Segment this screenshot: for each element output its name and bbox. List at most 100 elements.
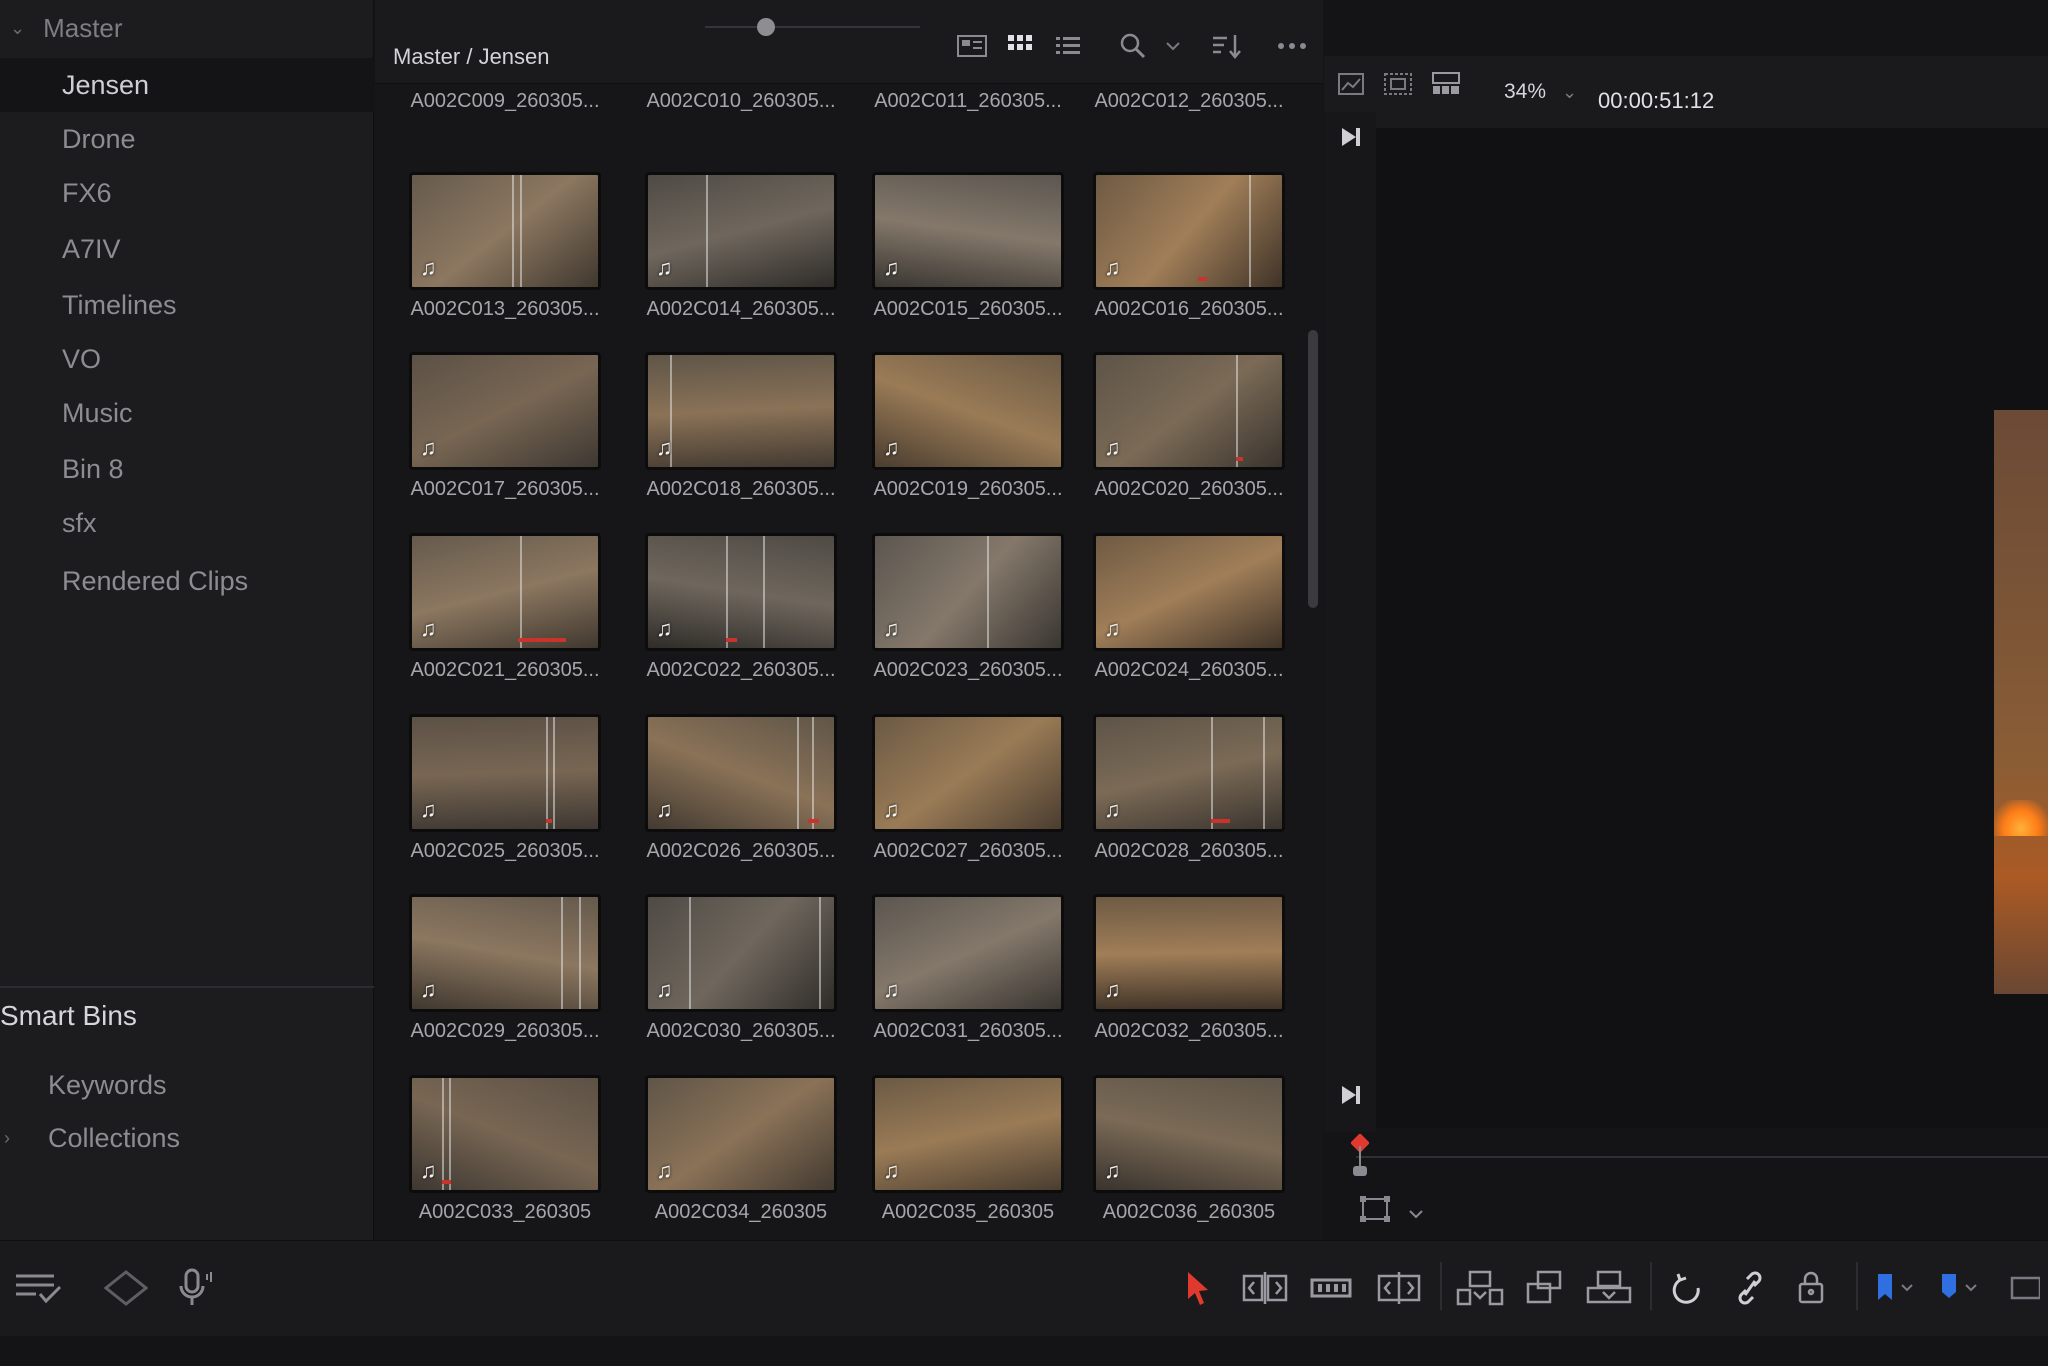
clip-thumbnail[interactable]: ♫: [872, 1075, 1064, 1193]
trim-edit-tool-icon[interactable]: [1240, 1266, 1290, 1310]
clip-thumbnail[interactable]: ♫: [1093, 533, 1285, 651]
metadata-view-icon[interactable]: [957, 28, 987, 64]
clip-item[interactable]: ♫ A002C031_260305...: [872, 894, 1064, 1043]
microphone-icon[interactable]: [176, 1266, 216, 1310]
chevron-down-icon[interactable]: ⌄: [10, 18, 25, 39]
clip-item[interactable]: ♫ A002C016_260305...: [1093, 172, 1285, 321]
clip-item[interactable]: ♫ A002C032_260305...: [1093, 894, 1285, 1043]
clip-item[interactable]: ♫ A002C029_260305...: [409, 894, 601, 1043]
playhead-handle[interactable]: [1353, 1166, 1367, 1176]
jump-to-end-icon[interactable]: [1340, 1084, 1362, 1112]
safe-area-icon[interactable]: [1384, 66, 1412, 102]
clip-thumbnail[interactable]: ♫: [1093, 714, 1285, 832]
smart-bin-keywords[interactable]: Keywords: [0, 1060, 374, 1110]
bin-item-jensen[interactable]: Jensen: [0, 58, 374, 112]
clip-item[interactable]: ♫ A002C026_260305...: [645, 714, 837, 863]
clip-item[interactable]: ♫ A002C020_260305...: [1093, 352, 1285, 501]
insert-clip-icon[interactable]: [1456, 1266, 1504, 1310]
clip-item[interactable]: ♫A002C012_260305...: [1093, 84, 1285, 113]
sort-icon[interactable]: [1211, 28, 1243, 64]
clip-item[interactable]: ♫ A002C024_260305...: [1093, 533, 1285, 682]
bin-item-music[interactable]: Music: [0, 386, 374, 440]
clip-item[interactable]: ♫ A002C014_260305...: [645, 172, 837, 321]
chevron-down-icon[interactable]: [1408, 1200, 1424, 1226]
thumbnail-size-slider[interactable]: [705, 26, 920, 28]
clip-item[interactable]: ♫ A002C019_260305...: [872, 352, 1064, 501]
clip-item[interactable]: ♫ A002C013_260305...: [409, 172, 601, 321]
smart-bin-collections[interactable]: › Collections: [0, 1113, 374, 1163]
lock-icon[interactable]: [1796, 1266, 1826, 1310]
clip-thumbnail[interactable]: ♫: [645, 352, 837, 470]
viewer-zoom-level[interactable]: 34%: [1504, 80, 1546, 104]
clip-item[interactable]: ♫ A002C025_260305...: [409, 714, 601, 863]
clip-thumbnail[interactable]: ♫: [872, 172, 1064, 290]
bin-item-a7iv[interactable]: A7IV: [0, 222, 374, 276]
clip-item[interactable]: ♫ A002C023_260305...: [872, 533, 1064, 682]
bin-item-fx6[interactable]: FX6: [0, 166, 374, 220]
bin-item-timelines[interactable]: Timelines: [0, 278, 374, 332]
clip-item[interactable]: ♫ A002C030_260305...: [645, 894, 837, 1043]
clip-thumbnail[interactable]: ♫: [1093, 352, 1285, 470]
clip-item[interactable]: ♫A002C009_260305...: [409, 84, 601, 113]
blade-tool-icon[interactable]: [1376, 1266, 1422, 1310]
timeline-view-options-icon[interactable]: [14, 1266, 64, 1310]
clip-item[interactable]: ♫ A002C022_260305...: [645, 533, 837, 682]
dynamic-trim-icon[interactable]: [1310, 1266, 1352, 1310]
clip-thumbnail[interactable]: ♫: [872, 714, 1064, 832]
viewer-canvas[interactable]: [1324, 128, 2048, 1128]
chevron-down-icon[interactable]: ⌄: [1562, 82, 1577, 103]
chevron-right-icon[interactable]: ›: [4, 1128, 10, 1149]
clip-item[interactable]: ♫ A002C033_260305: [409, 1075, 601, 1224]
clip-item[interactable]: ♫ A002C017_260305...: [409, 352, 601, 501]
thumbnail-size-knob[interactable]: [757, 18, 775, 36]
clip-thumbnail[interactable]: ♫: [409, 894, 601, 1012]
more-options-icon[interactable]: [1277, 28, 1307, 64]
clip-grid-scrollbar-track[interactable]: [1306, 160, 1320, 1220]
bin-item-vo[interactable]: VO: [0, 332, 374, 386]
clip-grid-scrollbar[interactable]: [1308, 330, 1318, 608]
jump-to-end-icon[interactable]: [1340, 126, 1362, 154]
replace-clip-icon[interactable]: [1586, 1266, 1632, 1310]
snapping-icon[interactable]: [1672, 1266, 1704, 1310]
flag-icon[interactable]: [1874, 1266, 1918, 1310]
clip-item[interactable]: ♫ A002C021_260305...: [409, 533, 601, 682]
marker-icon[interactable]: [1938, 1266, 1982, 1310]
clip-thumbnail[interactable]: ♫: [645, 533, 837, 651]
clip-item[interactable]: ♫ A002C034_260305: [645, 1075, 837, 1224]
clip-thumbnail[interactable]: ♫: [872, 352, 1064, 470]
clip-item[interactable]: ♫ A002C028_260305...: [1093, 714, 1285, 863]
image-view-icon[interactable]: [1338, 66, 1364, 102]
clip-thumbnail[interactable]: ♫: [645, 714, 837, 832]
clip-thumbnail[interactable]: ♫: [645, 172, 837, 290]
list-view-icon[interactable]: [1055, 28, 1081, 64]
clip-thumbnail[interactable]: ♫: [645, 894, 837, 1012]
scrubber-track[interactable]: [1356, 1156, 2048, 1158]
clip-item[interactable]: ♫ A002C027_260305...: [872, 714, 1064, 863]
clip-item[interactable]: ♫ A002C036_260305: [1093, 1075, 1285, 1224]
transform-icon[interactable]: [1360, 1196, 1390, 1228]
clip-thumbnail[interactable]: ♫: [1093, 894, 1285, 1012]
clip-item[interactable]: ♫ A002C018_260305...: [645, 352, 837, 501]
bin-item-drone[interactable]: Drone: [0, 112, 374, 166]
search-icon[interactable]: [1119, 28, 1147, 64]
clip-item[interactable]: ♫A002C011_260305...: [872, 84, 1064, 113]
clip-thumbnail[interactable]: ♫: [872, 894, 1064, 1012]
clip-thumbnail[interactable]: ♫: [1093, 1075, 1285, 1193]
clip-thumbnail[interactable]: ♫: [409, 714, 601, 832]
clip-thumbnail[interactable]: ♫: [409, 352, 601, 470]
clip-thumbnail[interactable]: ♫: [409, 172, 601, 290]
panel-toggle-icon[interactable]: [2010, 1266, 2040, 1310]
clip-thumbnail[interactable]: ♫: [409, 1075, 601, 1193]
bin-item-sfx[interactable]: sfx: [0, 496, 374, 550]
flag-marker-icon[interactable]: [104, 1266, 148, 1310]
clip-thumbnail[interactable]: ♫: [645, 1075, 837, 1193]
bin-item-rendered-clips[interactable]: Rendered Clips: [0, 554, 374, 608]
thumbnail-view-icon[interactable]: [1007, 28, 1033, 64]
clip-item[interactable]: ♫ A002C015_260305...: [872, 172, 1064, 321]
master-bin[interactable]: ⌄ Master: [0, 0, 374, 56]
selection-tool-icon[interactable]: [1184, 1266, 1212, 1310]
clip-thumbnail[interactable]: ♫: [1093, 172, 1285, 290]
clip-item[interactable]: ♫A002C010_260305...: [645, 84, 837, 113]
bin-item-bin-8[interactable]: Bin 8: [0, 442, 374, 496]
layout-icon[interactable]: [1432, 66, 1460, 102]
